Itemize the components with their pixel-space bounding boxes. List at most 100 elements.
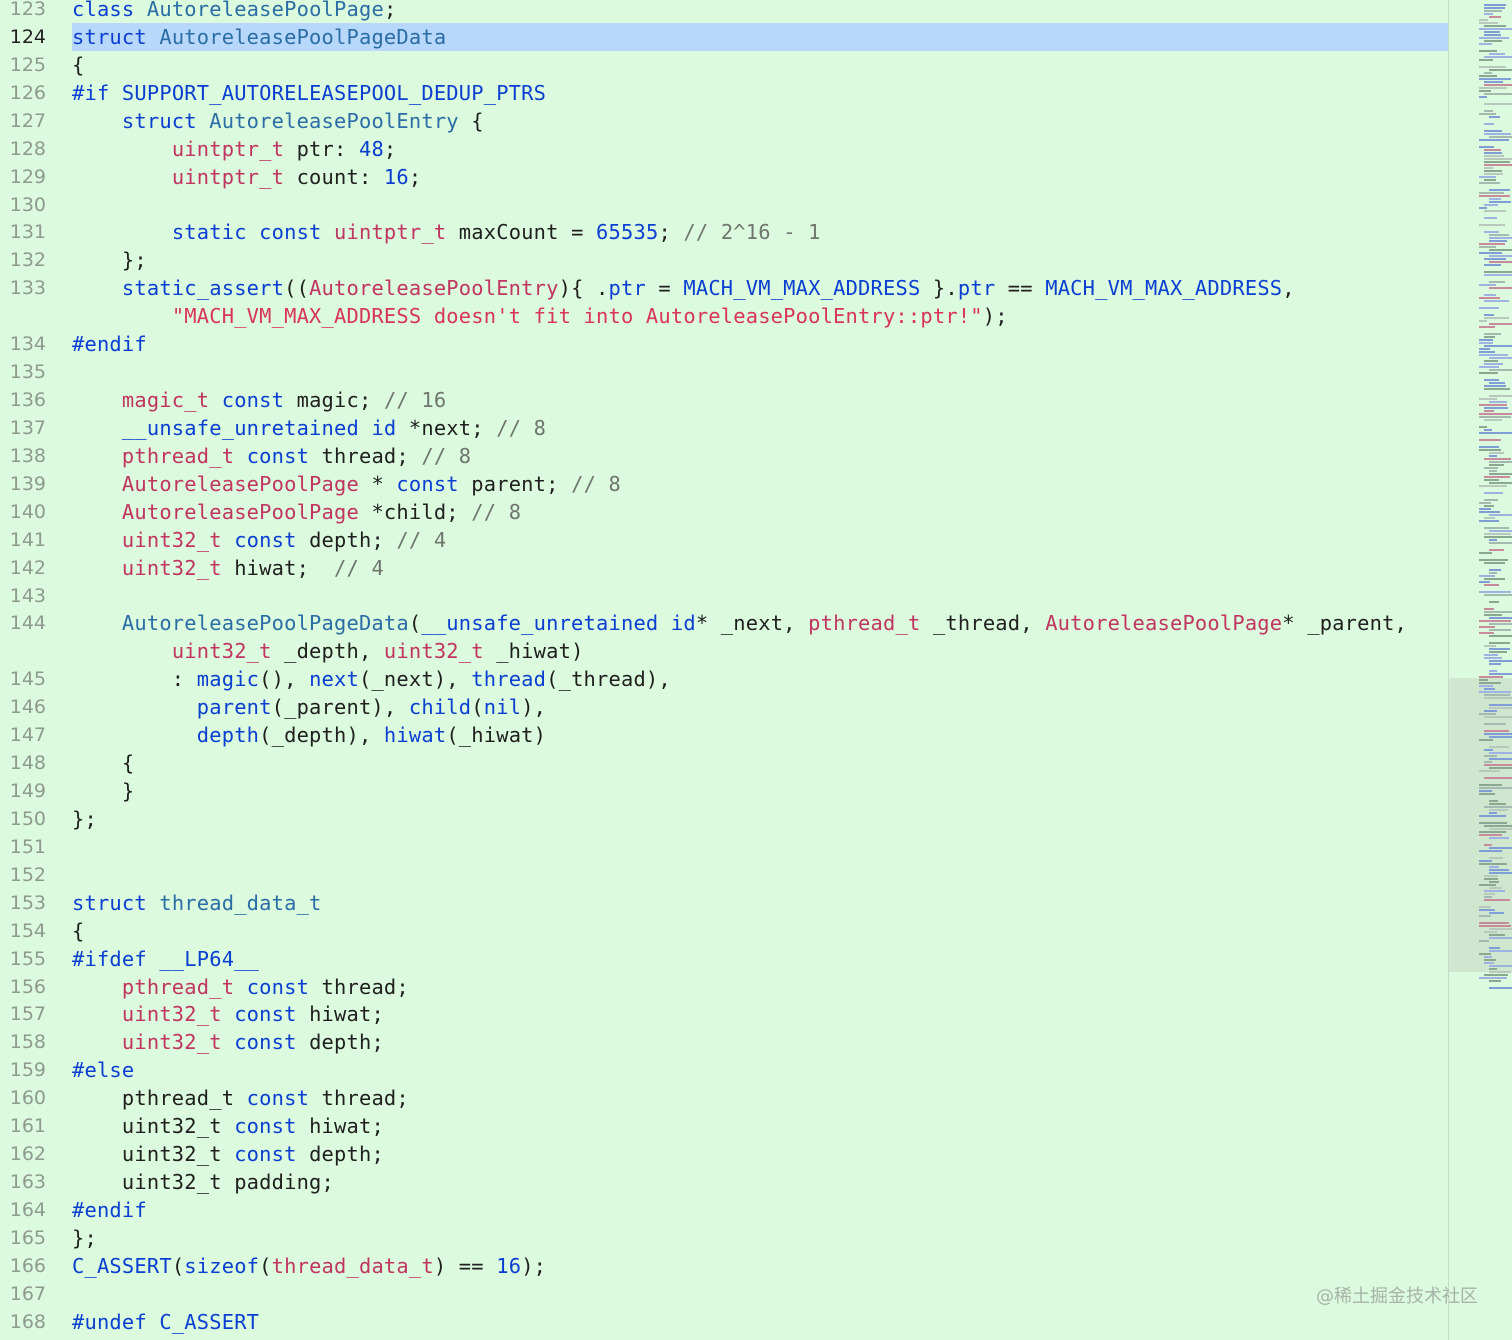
minimap-line	[1484, 614, 1502, 616]
code-line[interactable]: 141 uint32_t const depth; // 4	[0, 526, 1449, 554]
minimap-line	[1484, 300, 1509, 302]
code-line[interactable]: 124 struct AutoreleasePoolPageData	[0, 22, 1449, 51]
code-line[interactable]: 126 #if SUPPORT_AUTORELEASEPOOL_DEDUP_PTR…	[0, 79, 1449, 107]
minimap-line	[1484, 645, 1496, 647]
code-line[interactable]: 133 static_assert((AutoreleasePoolEntry)…	[0, 274, 1449, 302]
minimap-line	[1489, 965, 1512, 967]
token-plain: hiwat;	[296, 1002, 384, 1027]
code-line[interactable]: 125 {	[0, 51, 1449, 79]
code-line[interactable]: 156 pthread_t const thread;	[0, 973, 1449, 1001]
minimap-line	[1484, 34, 1501, 36]
code-line[interactable]: 127 struct AutoreleasePoolEntry {	[0, 107, 1449, 135]
code-line[interactable]: 142 uint32_t hiwat; // 4	[0, 554, 1449, 582]
minimap-line	[1489, 767, 1512, 769]
code-line[interactable]: 137 __unsafe_unretained id *next; // 8	[0, 414, 1449, 442]
code-line[interactable]: 157 uint32_t const hiwat;	[0, 1000, 1449, 1028]
minimap-line	[1489, 69, 1512, 71]
code-line[interactable]: 131 static const uintptr_t maxCount = 65…	[0, 218, 1449, 246]
code-line[interactable]: 146 parent(_parent), child(nil),	[0, 693, 1449, 721]
code-line[interactable]: 136 magic_t const magic; // 16	[0, 386, 1449, 414]
token-keyword: struct	[72, 24, 147, 49]
minimap-line	[1489, 514, 1512, 516]
minimap-line	[1479, 372, 1498, 374]
code-line[interactable]: 138 pthread_t const thread; // 8	[0, 442, 1449, 470]
minimap-line	[1479, 909, 1495, 911]
code-line[interactable]: 148 {	[0, 749, 1449, 777]
token-plain: ;	[383, 0, 397, 21]
code-line[interactable]: 140 AutoreleasePoolPage *child; // 8	[0, 498, 1449, 526]
code-line[interactable]: 151	[0, 833, 1449, 861]
minimap-line	[1479, 784, 1502, 786]
code-line[interactable]: 135	[0, 358, 1449, 386]
line-number: 149	[9, 780, 46, 803]
minimap-line	[1484, 314, 1494, 316]
minimap-line	[1479, 626, 1495, 628]
code-line[interactable]: 166 C_ASSERT(sizeof(thread_data_t) == 16)…	[0, 1252, 1449, 1280]
code-editor[interactable]: 123 class AutoreleasePoolPage; 124 struct A…	[0, 0, 1449, 1340]
code-line[interactable]: 132 };	[0, 246, 1449, 274]
token-keyword: class	[72, 0, 135, 21]
code-line[interactable]: 154 {	[0, 917, 1449, 945]
line-number: 139	[9, 472, 46, 495]
code-line[interactable]: 152	[0, 861, 1449, 889]
minimap-line	[1489, 455, 1497, 457]
code-text: struct AutoreleasePoolPageData	[72, 22, 1449, 51]
line-number: 165	[9, 1226, 46, 1249]
code-line[interactable]: 163 uint32_t padding;	[0, 1168, 1449, 1196]
code-line[interactable]: "MACH_VM_MAX_ADDRESS doesn't fit into Au…	[0, 302, 1449, 330]
line-number: 132	[9, 249, 46, 272]
code-line[interactable]: 155 #ifdef __LP64__	[0, 945, 1449, 973]
token-func: thread	[471, 667, 547, 692]
minimap-line	[1484, 4, 1506, 6]
minimap-line	[1479, 502, 1491, 504]
token-type: uint32_t	[121, 527, 222, 552]
minimap-line	[1489, 828, 1512, 830]
code-line[interactable]: 159 #else	[0, 1056, 1449, 1084]
code-line[interactable]: 168 #undef C_ASSERT	[0, 1308, 1449, 1336]
code-line[interactable]: 150};	[0, 805, 1449, 833]
code-line[interactable]: 145 : magic(), next(_next), thread(_thre…	[0, 665, 1449, 693]
code-line[interactable]: 139 AutoreleasePoolPage * const parent; …	[0, 470, 1449, 498]
code-line[interactable]: 134 #endif	[0, 330, 1449, 358]
token-comment: // 8	[421, 443, 472, 468]
token-type: pthread_t	[121, 443, 235, 468]
code-line[interactable]: 129 uintptr_t count: 16;	[0, 163, 1449, 191]
token-plain: }.	[920, 276, 958, 301]
code-line[interactable]: 162 uint32_t const depth;	[0, 1140, 1449, 1168]
line-number: 131	[9, 221, 46, 244]
code-line[interactable]: 123 class AutoreleasePoolPage;	[0, 0, 1449, 23]
token-class: AutoreleasePoolEntry	[209, 108, 459, 133]
code-line[interactable]: 130	[0, 191, 1449, 219]
minimap-line	[1479, 192, 1504, 194]
code-line[interactable]: 164 #endif	[0, 1196, 1449, 1224]
code-line[interactable]: 165};	[0, 1224, 1449, 1252]
code-line[interactable]: 144 AutoreleasePoolPageData(__unsafe_unr…	[0, 609, 1449, 637]
token-keyword: const	[246, 974, 310, 999]
minimap-line	[1479, 404, 1507, 406]
code-line[interactable]: 149 }	[0, 777, 1449, 805]
code-line[interactable]: 153 struct thread_data_t	[0, 889, 1449, 917]
code-line[interactable]: 167	[0, 1280, 1449, 1308]
code-line[interactable]: 147 depth(_depth), hiwat(_hiwat)	[0, 721, 1449, 749]
minimap-line	[1484, 149, 1501, 151]
minimap[interactable]	[1449, 0, 1512, 1340]
code-line[interactable]: 158 uint32_t const depth;	[0, 1028, 1449, 1056]
token-comment: // 16	[383, 388, 447, 413]
minimap-line	[1479, 679, 1488, 681]
minimap-line	[1484, 893, 1495, 895]
minimap-line	[1484, 7, 1505, 9]
token-plain: * _parent,	[1282, 611, 1408, 636]
code-line[interactable]: 128 uintptr_t ptr: 48;	[0, 135, 1449, 163]
token-class: thread_data_t	[159, 890, 322, 915]
code-line[interactable]: uint32_t _depth, uint32_t _hiwat)	[0, 637, 1449, 665]
code-text: uint32_t const depth;	[72, 1140, 1449, 1168]
minimap-line	[1489, 837, 1509, 839]
minimap-line	[1489, 660, 1512, 662]
token-comment: // 8	[571, 471, 621, 496]
code-line[interactable]: 160 pthread_t const thread;	[0, 1084, 1449, 1112]
code-line[interactable]: 161 uint32_t const hiwat;	[0, 1112, 1449, 1140]
code-line[interactable]: 143	[0, 582, 1449, 610]
minimap-line	[1484, 825, 1512, 827]
